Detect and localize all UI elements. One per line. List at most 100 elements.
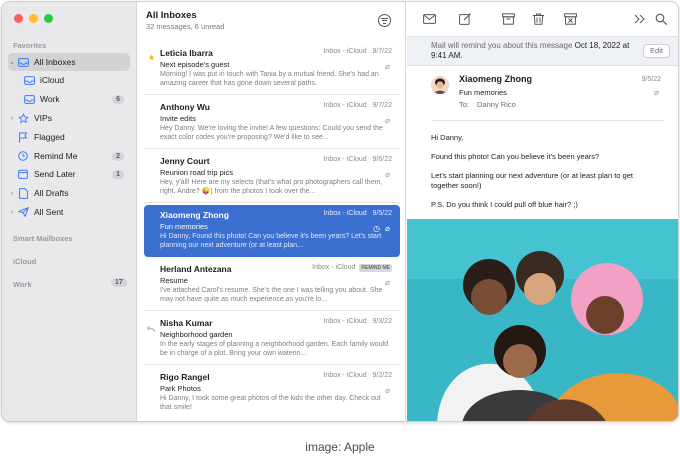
message-date: 9/7/22: [372, 102, 392, 109]
message-date: 9/7/22: [372, 48, 392, 55]
count-badge: 2: [112, 151, 124, 161]
message-subject: Fun memories: [459, 88, 507, 97]
sender-name: Xiaomeng Zhong: [459, 74, 532, 84]
sidebar-item-send-later[interactable]: Send Later 1: [8, 165, 130, 183]
zoom-window-button[interactable]: [44, 14, 53, 23]
work-heading-label: Work: [13, 280, 32, 289]
body-paragraph: Found this photo! Can you believe it's b…: [431, 152, 600, 161]
sidebar-item-label: All Inboxes: [34, 57, 76, 67]
message-preview: Hey Danny. We're loving the invite! A fe…: [160, 125, 383, 141]
message-preview: Hey, y'all! Here are my selects (that's …: [160, 179, 383, 195]
sidebar-item-all-sent[interactable]: › All Sent: [8, 203, 130, 221]
edit-reminder-button[interactable]: Edit: [643, 44, 670, 58]
reply-arrow-icon: [146, 319, 155, 337]
message-row[interactable]: Jenny Court Inbox - iCloud 9/6/22 Reunio…: [144, 151, 400, 203]
sidebar-item-flagged[interactable]: Flagged: [8, 128, 130, 146]
document-icon: [16, 187, 30, 199]
work-count-badge: 17: [111, 278, 127, 287]
smart-mailboxes-heading[interactable]: Smart Mailboxes: [13, 234, 73, 243]
sidebar-item-icloud[interactable]: iCloud: [8, 71, 130, 89]
icloud-heading[interactable]: iCloud: [13, 257, 36, 266]
body-paragraph: Let's start planning our next adventure …: [431, 171, 633, 190]
paperclip-icon: ⌀: [385, 278, 390, 287]
chevron-right-icon[interactable]: ›: [8, 209, 16, 216]
clock-icon: ◷: [373, 224, 380, 233]
message-mailbox: Inbox - iCloud: [323, 318, 367, 325]
list-subtitle: 32 messages, 6 unread: [146, 22, 225, 31]
message-meta: Inbox - iCloud 9/3/22: [323, 318, 392, 325]
message-viewer: Mail will remind you about this message …: [407, 2, 678, 421]
minimize-window-button[interactable]: [29, 14, 38, 23]
to-label: To:: [459, 100, 470, 109]
filter-button[interactable]: [378, 14, 391, 27]
message-date: 9/5/22: [372, 210, 392, 217]
sidebar-item-remind-me[interactable]: Remind Me 2: [8, 147, 130, 165]
message-subject: Fun memories: [160, 222, 208, 231]
sidebar-item-label: Flagged: [34, 132, 65, 142]
archive-icon[interactable]: [502, 13, 515, 25]
star-icon: [148, 48, 155, 66]
calendar-icon: [16, 169, 30, 179]
message-row[interactable]: Herland Antezana Inbox - iCloud REMIND ME…: [144, 259, 400, 311]
reminder-banner: Mail will remind you about this message …: [407, 36, 678, 66]
trash-icon[interactable]: [532, 13, 545, 25]
message-row[interactable]: Anthony Wu Inbox - iCloud 9/7/22 Invite …: [144, 97, 400, 149]
chevron-right-icon[interactable]: ›: [8, 115, 16, 122]
message-meta: Inbox - iCloud 9/2/22: [323, 372, 392, 379]
remind-me-tag: REMIND ME: [359, 264, 392, 272]
reminder-text: Mail will remind you about this message: [431, 41, 575, 50]
sidebar-item-vips[interactable]: › VIPs: [8, 109, 130, 127]
list-header: All Inboxes 32 messages, 6 unread: [146, 10, 224, 31]
message-date: 9/6/22: [372, 156, 392, 163]
image-credit: image: Apple: [305, 440, 375, 454]
attached-photo[interactable]: [407, 219, 678, 421]
message-mailbox: Inbox - iCloud: [323, 102, 367, 109]
compose-icon[interactable]: [459, 13, 472, 25]
message-meta: Inbox - iCloud 9/5/22: [323, 210, 392, 217]
work-heading[interactable]: Work 17: [13, 278, 127, 289]
search-icon[interactable]: [655, 13, 668, 25]
chevron-double-right-icon[interactable]: [633, 13, 646, 25]
message-date: 9/3/22: [372, 318, 392, 325]
message-subject: Next episode's guest: [160, 60, 230, 69]
paperplane-icon: [16, 207, 30, 217]
favorites-heading[interactable]: Favorites: [13, 41, 46, 50]
chevron-right-icon[interactable]: ›: [8, 190, 16, 197]
message-date: 9/2/22: [372, 372, 392, 379]
list-title: All Inboxes: [146, 10, 197, 21]
message-mailbox: Inbox - iCloud: [323, 48, 367, 55]
close-window-button[interactable]: [14, 14, 23, 23]
count-badge: 1: [112, 169, 124, 179]
message-mailbox: Inbox - iCloud: [323, 156, 367, 163]
clock-icon: [16, 151, 30, 161]
sidebar-item-all-drafts[interactable]: › All Drafts: [8, 184, 130, 202]
envelope-icon[interactable]: [423, 13, 436, 25]
message-mailbox: Inbox - iCloud: [312, 264, 356, 271]
sidebar-item-label: VIPs: [34, 113, 52, 123]
message-subject: Park Photos: [160, 384, 201, 393]
unread-count-badge: 6: [112, 94, 124, 104]
message-date: 9/5/22: [641, 76, 661, 83]
flag-icon: [16, 132, 30, 143]
sidebar-item-label: Work: [40, 94, 60, 104]
sidebar-item-label: Remind Me: [34, 151, 78, 161]
message-row[interactable]: Rigo Rangel Inbox - iCloud 9/2/22 Park P…: [144, 367, 400, 419]
sidebar-item-label: All Drafts: [34, 188, 69, 198]
message-meta: Inbox - iCloud REMIND ME: [312, 264, 392, 272]
message-row-selected[interactable]: Xiaomeng Zhong Inbox - iCloud 9/5/22 Fun…: [144, 205, 400, 257]
message-subject: Invite edits: [160, 114, 196, 123]
message-preview: In the early stages of planning a neighb…: [160, 341, 389, 357]
chevron-down-icon[interactable]: ⌄: [8, 58, 16, 66]
junk-icon[interactable]: [564, 13, 577, 25]
message-preview: Hi Danny, Found this photo! Can you beli…: [160, 233, 382, 249]
message-subject: Neighborhood garden: [160, 330, 233, 339]
message-row[interactable]: Leticia Ibarra Inbox - iCloud 9/7/22 Nex…: [144, 43, 400, 95]
message-row[interactable]: Nisha Kumar Inbox - iCloud 9/3/22 Neighb…: [144, 313, 400, 365]
paperclip-icon: ⌀: [385, 224, 390, 233]
sidebar-item-work[interactable]: Work 6: [8, 90, 130, 108]
paperclip-icon: ⌀: [385, 116, 390, 125]
tray-icon: [22, 94, 36, 104]
body-paragraph: Hi Danny,: [431, 133, 464, 142]
sidebar-item-all-inboxes[interactable]: ⌄ All Inboxes: [8, 53, 130, 71]
message-subject: Resume: [160, 276, 188, 285]
